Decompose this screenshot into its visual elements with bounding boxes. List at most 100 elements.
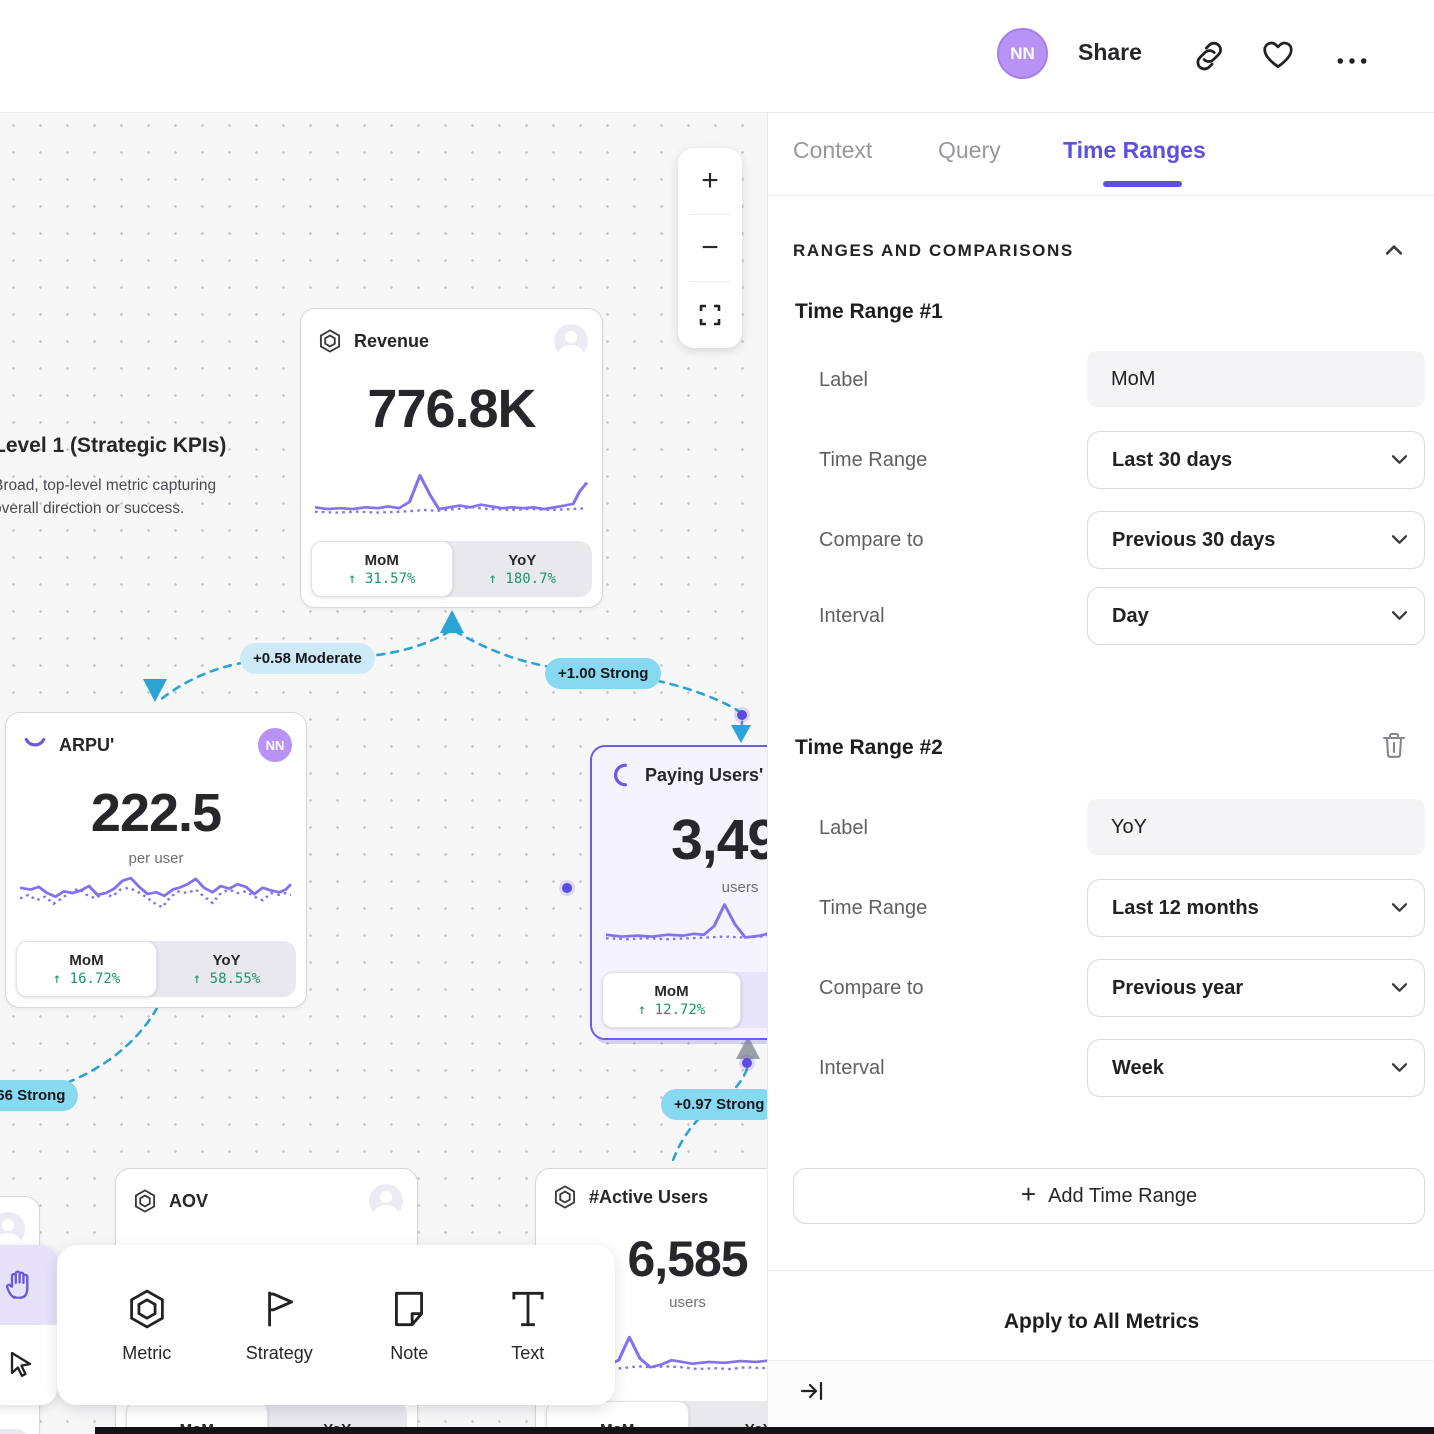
metric-value: 222.5 [6, 786, 306, 840]
chevron-down-icon [1392, 1063, 1407, 1072]
tool-label: Text [511, 1343, 544, 1364]
card-title: AOV [169, 1191, 358, 1212]
select-value: Day [1112, 605, 1149, 627]
metric-hexagon-icon [125, 1287, 169, 1331]
text-icon [506, 1287, 550, 1331]
yoy-toggle[interactable] [0, 1429, 29, 1434]
more-options-icon[interactable] [1335, 44, 1369, 78]
range2-compare-to-select[interactable]: Previous year [1087, 959, 1425, 1017]
toggle-label: MoM [365, 552, 399, 569]
select-tool-button[interactable] [0, 1325, 57, 1405]
range2-label-input[interactable]: YoY [1087, 799, 1425, 855]
metric-card-paying-users[interactable]: Paying Users' 3,495 users MoM ↑ 12.72% Y… [590, 745, 767, 1040]
toggle-label: MoM [69, 952, 103, 969]
toggle-percent: ↑ 16.72% [53, 971, 120, 987]
range1-compare-to-select[interactable]: Previous 30 days [1087, 511, 1425, 569]
metric-card-revenue[interactable]: Revenue 776.8K MoM ↑ 31.57% YoY ↑ 180.7% [300, 308, 603, 608]
label-field-label: Label [819, 799, 1069, 857]
chevron-down-icon [1392, 455, 1407, 464]
link-icon[interactable] [1193, 38, 1227, 72]
yoy-toggle[interactable]: YoY ↑ 58.55% [157, 941, 296, 997]
correlation-label[interactable]: +0.66 Strong [0, 1080, 78, 1111]
avatar-icon [0, 1212, 25, 1246]
panel-bottom-bar [768, 1361, 1434, 1434]
zoom-out-button[interactable]: − [678, 215, 742, 281]
toggle-percent: ↑ 58.55% [193, 971, 260, 987]
plus-icon: + [1021, 1179, 1036, 1210]
annotation-line2: overall direction or success. [0, 500, 184, 517]
correlation-label[interactable]: +0.58 Moderate [240, 643, 375, 674]
range2-time-range-select[interactable]: Last 12 months [1087, 879, 1425, 937]
section-header: RANGES AND COMPARISONS [793, 241, 1074, 261]
annotation-line1: Broad, top-level metric capturing [0, 477, 216, 494]
range-toggle-group: MoM ↑ 12.72% YoY [602, 972, 767, 1028]
interval-field-label: Interval [819, 587, 1069, 645]
correlation-label[interactable]: +0.97 Strong [661, 1089, 767, 1120]
annotation-title: Level 1 (Strategic KPIs) [0, 434, 226, 458]
user-avatar[interactable]: NN [997, 28, 1048, 79]
sparkline-chart [606, 894, 767, 956]
range1-label-input[interactable]: MoM [1087, 351, 1425, 407]
range2-interval-select[interactable]: Week [1087, 1039, 1425, 1097]
add-time-range-button[interactable]: + Add Time Range [793, 1168, 1425, 1224]
tool-rail [0, 1245, 57, 1405]
collapse-section-chevron-icon[interactable] [1386, 245, 1402, 255]
select-value: Previous year [1112, 977, 1243, 999]
connection-handle[interactable] [562, 883, 572, 893]
sparkline-chart [20, 863, 292, 925]
toggle-percent: ↑ 12.72% [638, 1002, 705, 1018]
correlation-label[interactable]: +1.00 Strong [545, 658, 661, 689]
interval-field-label: Interval [819, 1039, 1069, 1097]
avatar-icon [369, 1184, 403, 1218]
metric-card-arpu[interactable]: ARPU' NN 222.5 per user MoM ↑ 16.72% YoY… [5, 712, 307, 1008]
fit-view-button[interactable] [678, 282, 742, 348]
yoy-toggle[interactable]: YoY ↑ 180.7% [453, 541, 593, 597]
compare-to-field-label: Compare to [819, 511, 1069, 569]
chevron-down-icon [1392, 903, 1407, 912]
tab-context[interactable]: Context [793, 137, 872, 164]
tool-label: Strategy [246, 1343, 313, 1364]
delete-range-trash-icon[interactable] [1381, 731, 1407, 759]
add-note-button[interactable]: Note [387, 1287, 431, 1364]
metric-hexagon-icon [552, 1184, 578, 1210]
favorite-heart-icon[interactable] [1261, 38, 1295, 72]
connection-handle[interactable] [742, 1058, 752, 1068]
annotation-description: Broad, top-level metric capturing overal… [0, 474, 226, 520]
zoom-in-button[interactable]: + [678, 148, 742, 214]
range2-title: Time Range #2 [795, 736, 943, 760]
metric-hexagon-icon [132, 1188, 158, 1214]
toggle-percent: ↑ 180.7% [489, 571, 556, 587]
add-strategy-button[interactable]: Strategy [246, 1287, 313, 1364]
add-metric-button[interactable]: Metric [122, 1287, 171, 1364]
arrowhead-up-revenue [440, 610, 464, 633]
mom-toggle[interactable]: MoM ↑ 12.72% [602, 972, 741, 1028]
mom-toggle[interactable]: MoM ↑ 31.57% [311, 541, 453, 597]
range1-interval-select[interactable]: Day [1087, 587, 1425, 645]
yoy-toggle[interactable]: YoY [741, 972, 767, 1028]
toggle-label: YoY [508, 552, 536, 569]
tab-query[interactable]: Query [938, 137, 1001, 164]
level-annotation: Level 1 (Strategic KPIs) Broad, top-leve… [0, 434, 226, 520]
range1-time-range-select[interactable]: Last 30 days [1087, 431, 1425, 489]
flag-icon [257, 1287, 301, 1331]
chevron-down-icon [1392, 983, 1407, 992]
metric-hexagon-icon [317, 328, 343, 354]
tab-time-ranges[interactable]: Time Ranges [1063, 137, 1206, 164]
apply-to-all-metrics-button[interactable]: Apply to All Metrics [768, 1310, 1434, 1334]
share-button[interactable]: Share [1078, 39, 1142, 66]
mom-toggle[interactable]: MoM ↑ 16.72% [16, 941, 157, 997]
add-text-button[interactable]: Text [506, 1287, 550, 1364]
connection-handle[interactable] [737, 710, 747, 720]
top-header: NN Share [0, 0, 1434, 113]
avatar-icon [554, 324, 588, 358]
cursor-icon [5, 1349, 37, 1381]
collapse-panel-icon[interactable] [799, 1378, 825, 1404]
bottom-edge-strip [95, 1427, 1434, 1434]
metric-tree-canvas[interactable]: +0.58 Moderate +1.00 Strong +0.66 Strong… [0, 112, 767, 1434]
card-title: ARPU' [59, 735, 247, 756]
label-field-label: Label [819, 351, 1069, 409]
hand-tool-button[interactable] [0, 1245, 57, 1325]
chevron-down-icon [1392, 535, 1407, 544]
card-title: Paying Users' [645, 765, 767, 786]
hand-icon [4, 1268, 38, 1302]
